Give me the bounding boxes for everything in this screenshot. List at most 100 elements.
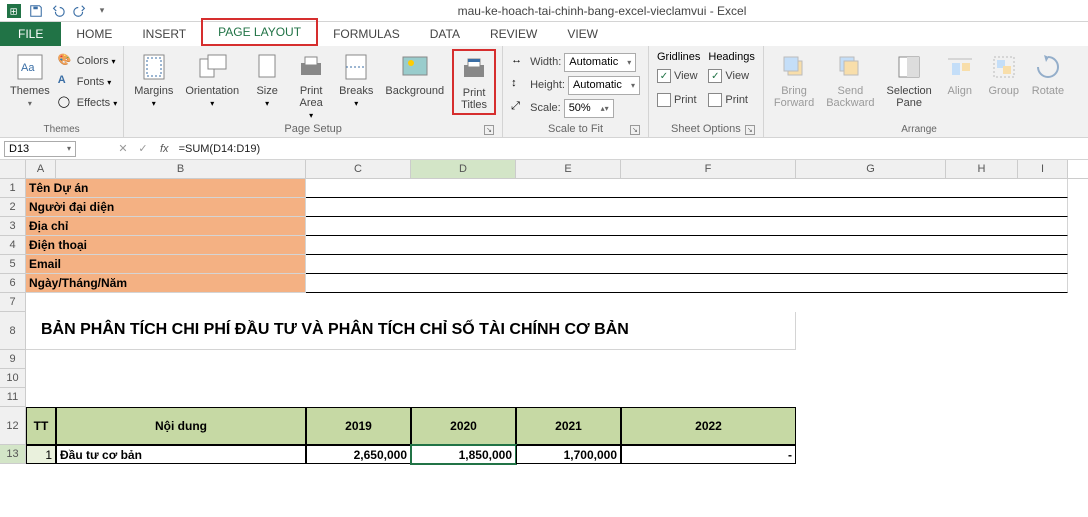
- rotate-icon: [1032, 51, 1064, 83]
- cell-title[interactable]: BẢN PHÂN TÍCH CHI PHÍ ĐẦU TƯ VÀ PHÂN TÍC…: [26, 312, 796, 350]
- select-all-corner[interactable]: [0, 160, 26, 178]
- row-12[interactable]: 12: [0, 407, 26, 445]
- bring-forward-button[interactable]: Bring Forward: [770, 49, 818, 111]
- theme-fonts-button[interactable]: AFonts▾: [58, 72, 117, 92]
- tab-page-layout[interactable]: PAGE LAYOUT: [201, 18, 318, 46]
- cell-h-2021[interactable]: 2021: [516, 407, 621, 445]
- headings-view-checkbox[interactable]: ✓View: [708, 65, 754, 87]
- margins-button[interactable]: Margins▾: [130, 49, 177, 110]
- row-5[interactable]: 5: [0, 255, 26, 274]
- themes-button[interactable]: Aa Themes ▾: [6, 49, 54, 110]
- row-6[interactable]: 6: [0, 274, 26, 293]
- cell-A4[interactable]: Điện thoại: [26, 236, 306, 255]
- theme-colors-button[interactable]: 🎨Colors▾: [58, 51, 117, 71]
- sheet-launcher-icon[interactable]: ↘: [745, 125, 755, 135]
- tab-home[interactable]: HOME: [61, 22, 127, 46]
- cell-h-nd[interactable]: Nội dung: [56, 407, 306, 445]
- spreadsheet-grid[interactable]: A B C D E F G H I 1 2 3 4 5 6 7 8 9 10 1…: [0, 160, 1088, 516]
- tab-file[interactable]: FILE: [0, 22, 61, 46]
- row-10[interactable]: 10: [0, 369, 26, 388]
- cell-h-tt[interactable]: TT: [26, 407, 56, 445]
- col-D[interactable]: D: [411, 160, 516, 178]
- row-8[interactable]: 8: [0, 312, 26, 350]
- tab-data[interactable]: DATA: [415, 22, 475, 46]
- headings-print-checkbox[interactable]: Print: [708, 89, 754, 111]
- col-A[interactable]: A: [26, 160, 56, 178]
- col-C[interactable]: C: [306, 160, 411, 178]
- print-area-button[interactable]: Print Area▾: [291, 49, 331, 122]
- cell-d-nd[interactable]: Đầu tư cơ bản: [56, 445, 306, 464]
- tab-review[interactable]: REVIEW: [475, 22, 552, 46]
- print-titles-button[interactable]: Print Titles: [452, 49, 496, 115]
- cell-d-tt[interactable]: 1: [26, 445, 56, 464]
- row-11[interactable]: 11: [0, 388, 26, 407]
- col-B[interactable]: B: [56, 160, 306, 178]
- cell-h-2020[interactable]: 2020: [411, 407, 516, 445]
- cell-d-2022[interactable]: -: [621, 445, 796, 464]
- qat-customize-icon[interactable]: ▾: [92, 1, 112, 21]
- row-2[interactable]: 2: [0, 198, 26, 217]
- gridlines-print-checkbox[interactable]: Print: [657, 89, 700, 111]
- undo-icon[interactable]: [48, 1, 68, 21]
- formula-input[interactable]: =SUM(D14:D19): [173, 142, 1088, 156]
- scale-spinner[interactable]: 50%▴▾: [564, 99, 614, 118]
- save-icon[interactable]: [26, 1, 46, 21]
- send-backward-button[interactable]: Send Backward: [822, 49, 878, 111]
- cell-C3[interactable]: [306, 217, 1068, 236]
- tab-formulas[interactable]: FORMULAS: [318, 22, 415, 46]
- cell-A3[interactable]: Địa chỉ: [26, 217, 306, 236]
- pagesetup-launcher-icon[interactable]: ↘: [484, 125, 494, 135]
- selection-pane-button[interactable]: Selection Pane: [883, 49, 936, 111]
- col-F[interactable]: F: [621, 160, 796, 178]
- cell-C4[interactable]: [306, 236, 1068, 255]
- rotate-button[interactable]: Rotate: [1028, 49, 1068, 99]
- theme-effects-button[interactable]: ◯Effects▾: [58, 93, 117, 113]
- align-button[interactable]: Align: [940, 49, 980, 99]
- height-combo[interactable]: Automatic▾: [568, 76, 640, 95]
- cell-A2[interactable]: Người đại diện: [26, 198, 306, 217]
- cancel-formula-icon[interactable]: ✕: [114, 140, 132, 158]
- row-3[interactable]: 3: [0, 217, 26, 236]
- col-G[interactable]: G: [796, 160, 946, 178]
- cell-C6[interactable]: [306, 274, 1068, 293]
- row-4[interactable]: 4: [0, 236, 26, 255]
- col-I[interactable]: I: [1018, 160, 1068, 178]
- tab-insert[interactable]: INSERT: [127, 22, 201, 46]
- cell-A1[interactable]: Tên Dự án: [26, 179, 306, 198]
- width-combo[interactable]: Automatic▾: [564, 53, 636, 72]
- name-box[interactable]: D13▾: [4, 141, 76, 157]
- send-backward-icon: [834, 51, 866, 83]
- tab-view[interactable]: VIEW: [552, 22, 613, 46]
- cell-h-2019[interactable]: 2019: [306, 407, 411, 445]
- col-H[interactable]: H: [946, 160, 1018, 178]
- margins-icon: [138, 51, 170, 83]
- width-label: Width:: [530, 56, 561, 68]
- size-button[interactable]: Size▾: [247, 49, 287, 110]
- cell-h-2022[interactable]: 2022: [621, 407, 796, 445]
- row-13[interactable]: 13: [0, 445, 26, 464]
- row-7[interactable]: 7: [0, 293, 26, 312]
- cell-C1[interactable]: [306, 179, 1068, 198]
- col-E[interactable]: E: [516, 160, 621, 178]
- row-1[interactable]: 1: [0, 179, 26, 198]
- cell-C5[interactable]: [306, 255, 1068, 274]
- orientation-button[interactable]: Orientation▾: [181, 49, 243, 110]
- background-button[interactable]: Background: [381, 49, 448, 99]
- gridlines-view-checkbox[interactable]: ✓View: [657, 65, 700, 87]
- group-label-sheet: Sheet Options: [671, 123, 741, 135]
- enter-formula-icon[interactable]: ✓: [134, 140, 152, 158]
- window-title: mau-ke-hoach-tai-chinh-bang-excel-viecla…: [116, 4, 1088, 18]
- cell-d-2020[interactable]: 1,850,000: [411, 445, 516, 464]
- cell-d-2021[interactable]: 1,700,000: [516, 445, 621, 464]
- fx-icon[interactable]: fx: [156, 143, 173, 155]
- cell-A6[interactable]: Ngày/Tháng/Năm: [26, 274, 306, 293]
- cell-d-2019[interactable]: 2,650,000: [306, 445, 411, 464]
- redo-icon[interactable]: [70, 1, 90, 21]
- group-button[interactable]: Group: [984, 49, 1024, 99]
- row-9[interactable]: 9: [0, 350, 26, 369]
- scale-launcher-icon[interactable]: ↘: [630, 125, 640, 135]
- cell-C2[interactable]: [306, 198, 1068, 217]
- cell-A5[interactable]: Email: [26, 255, 306, 274]
- headings-label: Headings: [708, 51, 754, 63]
- breaks-button[interactable]: Breaks▾: [335, 49, 377, 110]
